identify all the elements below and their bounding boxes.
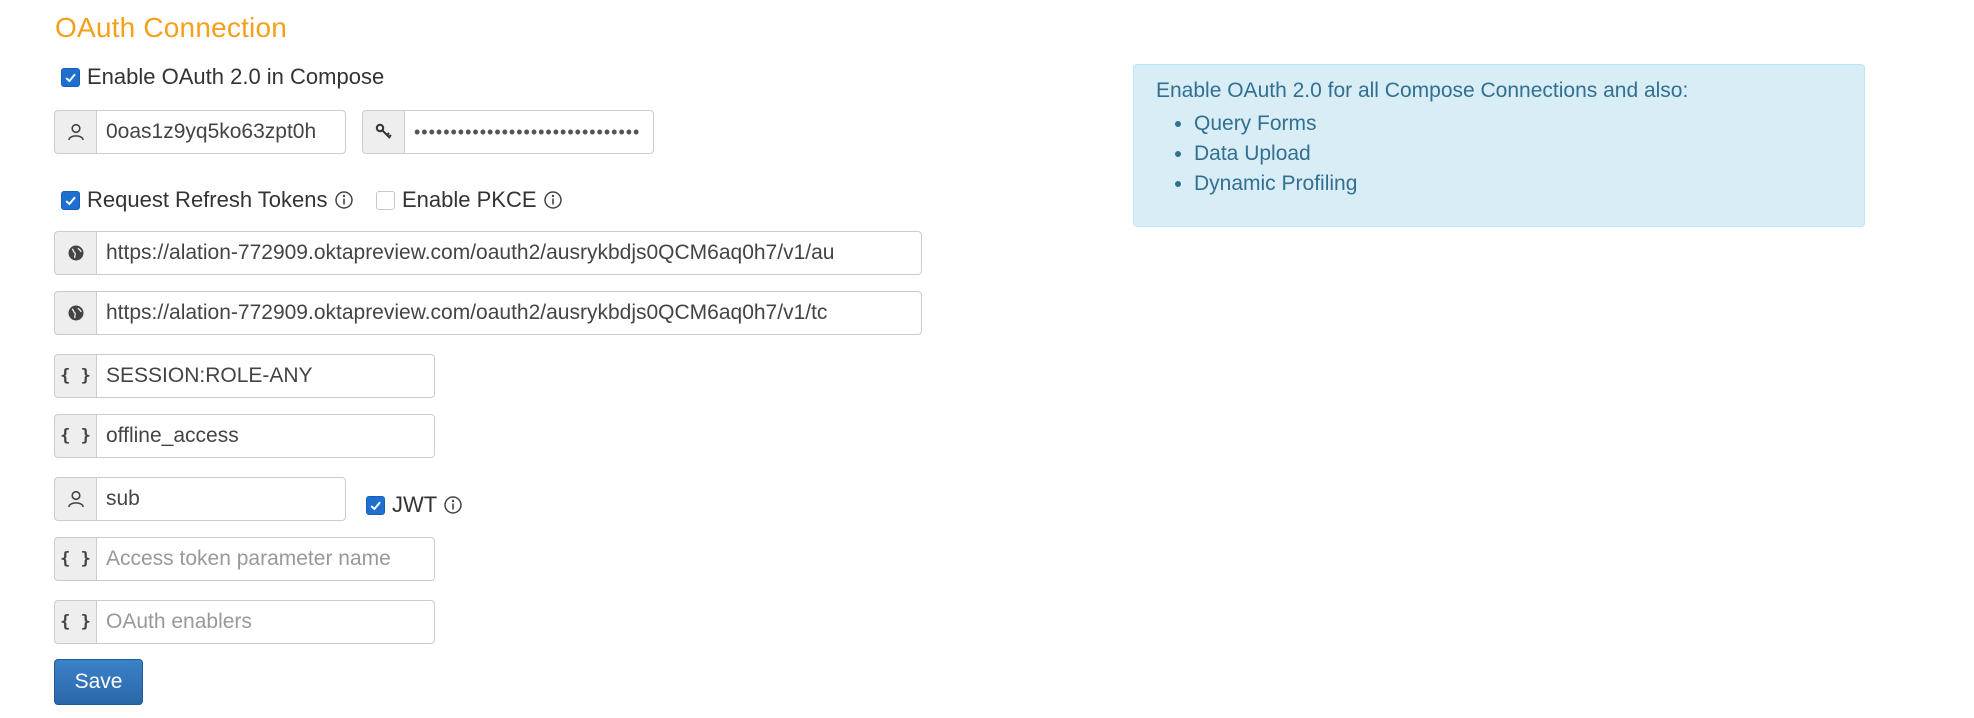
list-item: Data Upload: [1194, 139, 1842, 169]
request-refresh-tokens-label: Request Refresh Tokens: [87, 187, 328, 212]
oauth-enablers-group: { } OAuth enablers: [54, 600, 435, 644]
enable-pkce-label: Enable PKCE: [402, 187, 537, 212]
user-icon: [54, 110, 96, 154]
scope-2-input[interactable]: offline_access: [96, 414, 435, 458]
username-claim-group: sub: [54, 477, 346, 521]
enable-oauth-label: Enable OAuth 2.0 in Compose: [87, 64, 385, 89]
list-item: Query Forms: [1194, 109, 1842, 139]
info-box-heading: Enable OAuth 2.0 for all Compose Connect…: [1156, 79, 1689, 102]
enable-oauth-row[interactable]: Enable OAuth 2.0 in Compose: [61, 64, 384, 90]
scope-1-group: { } SESSION:ROLE-ANY: [54, 354, 435, 398]
enable-pkce-checkbox[interactable]: [376, 190, 395, 210]
token-url-group: https://alation-772909.oktapreview.com/o…: [54, 291, 922, 335]
list-item: Dynamic Profiling: [1194, 169, 1842, 199]
braces-icon: { }: [54, 600, 96, 644]
enable-pkce-row[interactable]: Enable PKCE: [376, 187, 563, 213]
scope-1-input[interactable]: SESSION:ROLE-ANY: [96, 354, 435, 398]
key-icon: [362, 110, 404, 154]
request-refresh-tokens-row[interactable]: Request Refresh Tokens: [61, 187, 354, 213]
jwt-checkbox[interactable]: [366, 495, 385, 515]
client-secret-group: •••••••••••••••••••••••••••••••: [362, 110, 654, 154]
access-token-param-group: { } Access token parameter name: [54, 537, 435, 581]
globe-icon: [54, 291, 96, 335]
scope-2-group: { } offline_access: [54, 414, 435, 458]
info-box: Enable OAuth 2.0 for all Compose Connect…: [1133, 64, 1865, 227]
access-token-param-input[interactable]: Access token parameter name: [96, 537, 435, 581]
braces-icon: { }: [54, 537, 96, 581]
info-icon[interactable]: [543, 190, 563, 210]
braces-icon: { }: [54, 414, 96, 458]
user-icon: [54, 477, 96, 521]
request-refresh-tokens-checkbox[interactable]: [61, 190, 80, 210]
info-box-list: Query Forms Data Upload Dynamic Profilin…: [1156, 109, 1842, 199]
enable-oauth-checkbox[interactable]: [61, 67, 80, 87]
token-url-input[interactable]: https://alation-772909.oktapreview.com/o…: [96, 291, 922, 335]
globe-icon: [54, 231, 96, 275]
info-icon[interactable]: [443, 495, 463, 515]
oauth-enablers-input[interactable]: OAuth enablers: [96, 600, 435, 644]
client-id-group: 0oas1z9yq5ko63zpt0h: [54, 110, 346, 154]
jwt-label: JWT: [392, 492, 438, 517]
braces-icon: { }: [54, 354, 96, 398]
auth-url-group: https://alation-772909.oktapreview.com/o…: [54, 231, 922, 275]
jwt-row[interactable]: JWT: [366, 492, 463, 518]
info-icon[interactable]: [334, 190, 354, 210]
auth-url-input[interactable]: https://alation-772909.oktapreview.com/o…: [96, 231, 922, 275]
client-id-input[interactable]: 0oas1z9yq5ko63zpt0h: [96, 110, 346, 154]
client-secret-input[interactable]: •••••••••••••••••••••••••••••••: [404, 110, 654, 154]
save-button[interactable]: Save: [54, 659, 143, 705]
section-title: OAuth Connection: [55, 12, 288, 43]
username-claim-input[interactable]: sub: [96, 477, 346, 521]
